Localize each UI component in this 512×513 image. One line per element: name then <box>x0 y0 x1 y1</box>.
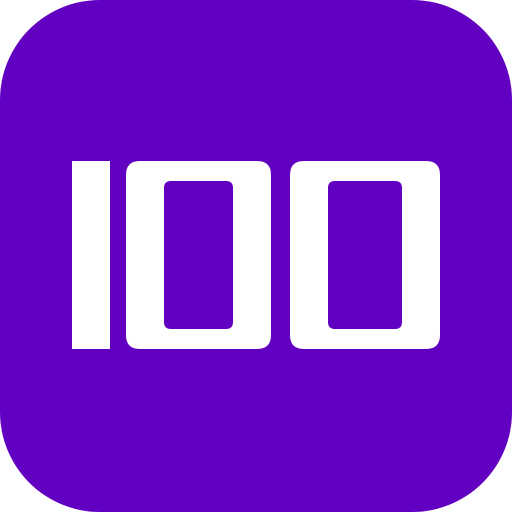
digit-one-shape <box>72 161 110 349</box>
app-icon-graphic <box>0 0 512 512</box>
app-icon: 100 <box>0 0 512 512</box>
